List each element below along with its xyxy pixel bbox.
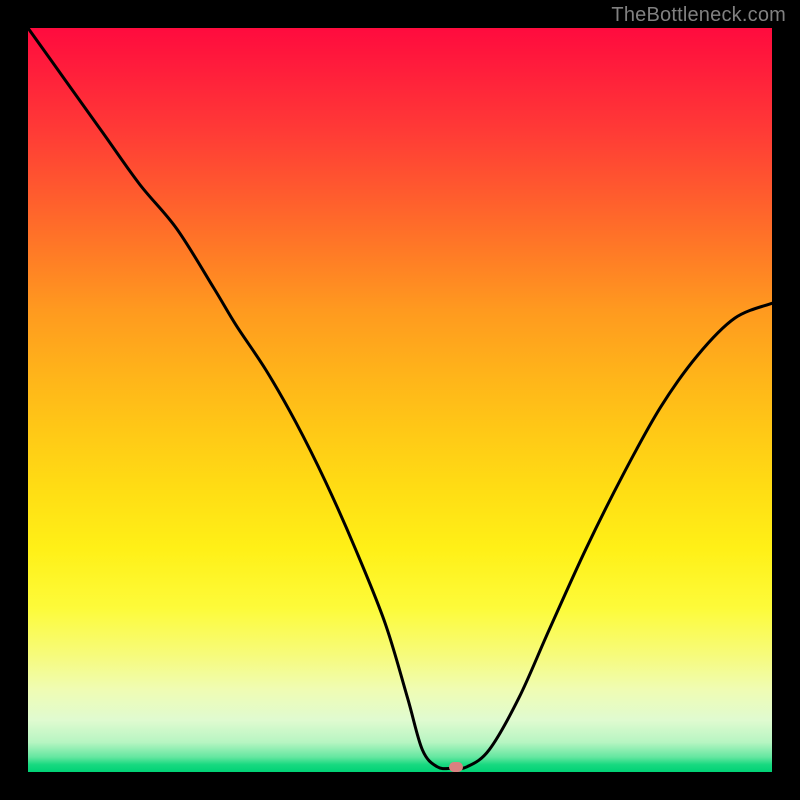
curve-svg [28, 28, 772, 772]
plot-area [28, 28, 772, 772]
chart-container: TheBottleneck.com [0, 0, 800, 800]
watermark-text: TheBottleneck.com [611, 4, 786, 27]
bottleneck-curve [28, 28, 772, 769]
optimal-point-marker [449, 762, 463, 772]
